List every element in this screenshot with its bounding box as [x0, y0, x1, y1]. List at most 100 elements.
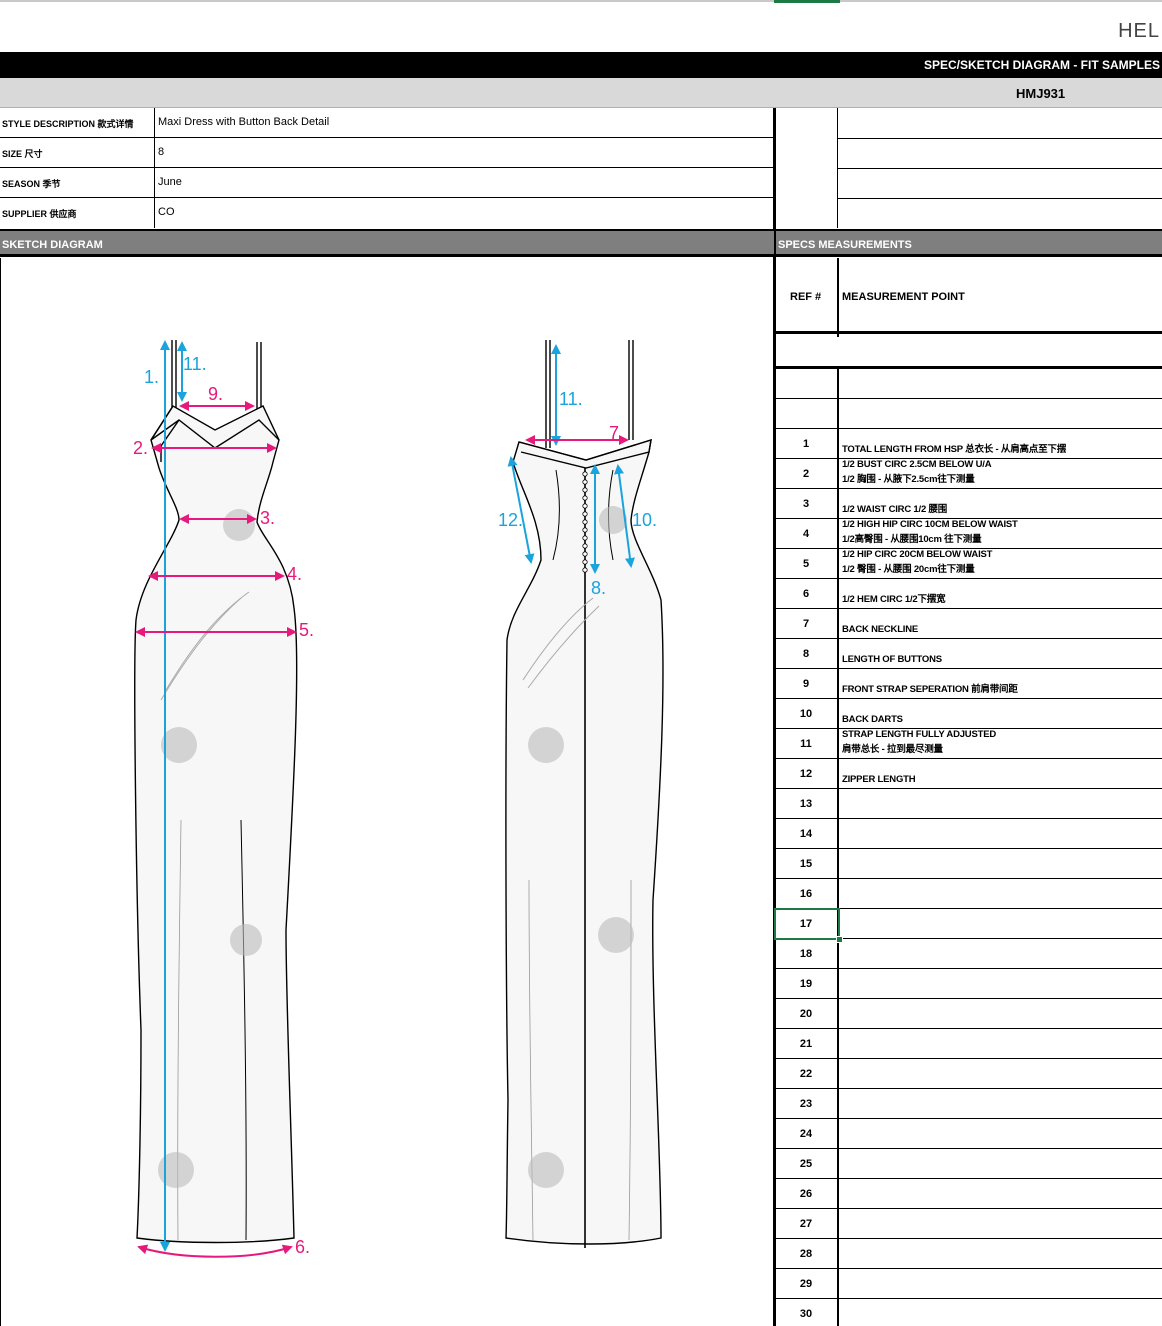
spec-ref-number[interactable]: 19 [774, 978, 838, 990]
spec-measurement-line: 1/2 胸围 - 从腋下2.5cm往下测量 [842, 474, 975, 485]
specs-blank-band [774, 337, 1162, 369]
spec-measurement-line: 1/2 BUST CIRC 2.5CM BELOW U/A [842, 459, 992, 470]
spec-ref-number[interactable]: 4 [774, 528, 838, 540]
label-12: 12. [498, 510, 523, 530]
spec-ref-number[interactable]: 8 [774, 648, 838, 660]
spec-measurement-point[interactable]: TOTAL LENGTH FROM HSP 总衣长 - 从肩高点至下摆 [842, 442, 1066, 457]
spec-blank-row[interactable] [774, 399, 1162, 429]
spec-ref-number[interactable]: 9 [774, 678, 838, 690]
label-1: 1. [144, 367, 159, 387]
label-7: 7. [609, 423, 624, 443]
spec-ref-number[interactable]: 14 [774, 828, 838, 840]
spec-measurement-point[interactable]: 1/2 HIP CIRC 20CM BELOW WAIST 1/2 臀围 - 从腰… [842, 547, 992, 577]
spec-row[interactable]: 24 [774, 1119, 1162, 1149]
spec-ref-number[interactable]: 28 [774, 1248, 838, 1260]
label-2: 2. [133, 438, 148, 458]
spec-measurement-point[interactable]: LENGTH OF BUTTONS [842, 652, 942, 667]
spec-measurement-point[interactable]: 1/2 BUST CIRC 2.5CM BELOW U/A 1/2 胸围 - 从腋… [842, 457, 992, 487]
spec-measurement-point[interactable]: STRAP LENGTH FULLY ADJUSTED 肩带总长 - 拉到最尽测量 [842, 727, 996, 757]
spec-row[interactable]: 3 1/2 WAIST CIRC 1/2 腰围 [774, 489, 1162, 519]
spec-ref-number[interactable]: 22 [774, 1068, 838, 1080]
info-value[interactable]: June [158, 176, 182, 188]
spec-row[interactable]: 19 [774, 969, 1162, 999]
spec-row[interactable]: 1 TOTAL LENGTH FROM HSP 总衣长 - 从肩高点至下摆 [774, 429, 1162, 459]
spec-row[interactable]: 27 [774, 1209, 1162, 1239]
spec-row[interactable]: 22 [774, 1059, 1162, 1089]
info-row-season[interactable]: SEASON 季节 June [0, 168, 775, 198]
spec-ref-number[interactable]: 27 [774, 1218, 838, 1230]
style-code-bar: HMJ931 [0, 78, 1162, 108]
specs-section-header: SPECS MEASUREMENTS [776, 229, 1162, 257]
spec-measurement-line: 1/2 臀围 - 从腰围 20cm往下测量 [842, 564, 975, 575]
spec-ref-number[interactable]: 7 [774, 618, 838, 630]
spec-row[interactable]: 16 [774, 879, 1162, 909]
spec-ref-number[interactable]: 30 [774, 1308, 838, 1320]
spec-row[interactable]: 9 FRONT STRAP SEPERATION 前肩带间距 [774, 669, 1162, 699]
top-border [0, 0, 1162, 2]
spec-row[interactable]: 2 1/2 BUST CIRC 2.5CM BELOW U/A 1/2 胸围 - 从… [774, 459, 1162, 489]
spec-row[interactable]: 7 BACK NECKLINE [774, 609, 1162, 639]
spec-ref-number[interactable]: 10 [774, 708, 838, 720]
spec-row[interactable]: 8 LENGTH OF BUTTONS [774, 639, 1162, 669]
spec-measurement-point[interactable]: FRONT STRAP SEPERATION 前肩带间距 [842, 682, 1018, 697]
info-value[interactable]: 8 [158, 146, 164, 158]
spec-measurement-point[interactable]: 1/2 HEM CIRC 1/2下摆宽 [842, 592, 946, 607]
spec-ref-number[interactable]: 13 [774, 798, 838, 810]
info-divider [154, 108, 155, 228]
spec-ref-number[interactable]: 29 [774, 1278, 838, 1290]
spec-row[interactable]: 29 [774, 1269, 1162, 1299]
spec-row[interactable]: 21 [774, 1029, 1162, 1059]
info-label: SUPPLIER 供应商 [2, 209, 77, 219]
spec-row[interactable]: 6 1/2 HEM CIRC 1/2下摆宽 [774, 579, 1162, 609]
spec-row[interactable]: 10 BACK DARTS [774, 699, 1162, 729]
spec-ref-number[interactable]: 20 [774, 1008, 838, 1020]
info-row-size[interactable]: SIZE 尺寸 8 [0, 138, 775, 168]
spec-row[interactable]: 14 [774, 819, 1162, 849]
spec-row[interactable]: 5 1/2 HIP CIRC 20CM BELOW WAIST 1/2 臀围 - 从… [774, 549, 1162, 579]
spec-ref-number[interactable]: 11 [774, 738, 838, 750]
spec-row[interactable]: 4 1/2 HIGH HIP CIRC 10CM BELOW WAIST 1/2高臀… [774, 519, 1162, 549]
spec-row[interactable]: 28 [774, 1239, 1162, 1269]
info-row-style-description[interactable]: STYLE DESCRIPTION 款式详情 Maxi Dress with B… [0, 108, 775, 138]
info-right-line [838, 198, 1162, 199]
spec-row[interactable]: 30 [774, 1299, 1162, 1326]
spec-row[interactable]: 20 [774, 999, 1162, 1029]
spec-measurement-point[interactable]: 1/2 HIGH HIP CIRC 10CM BELOW WAIST 1/2高臀围… [842, 517, 1018, 547]
info-value[interactable]: Maxi Dress with Button Back Detail [158, 116, 329, 128]
info-value[interactable]: CO [158, 206, 175, 218]
spec-row[interactable]: 13 [774, 789, 1162, 819]
spec-ref-number[interactable]: 25 [774, 1158, 838, 1170]
spec-ref-number[interactable]: 26 [774, 1188, 838, 1200]
spec-ref-number[interactable]: 5 [774, 558, 838, 570]
spec-blank-row[interactable] [774, 369, 1162, 399]
spec-row[interactable]: 23 [774, 1089, 1162, 1119]
spec-ref-number[interactable]: 1 [774, 438, 838, 450]
spec-ref-number[interactable]: 24 [774, 1128, 838, 1140]
spec-ref-number[interactable]: 3 [774, 498, 838, 510]
spec-row[interactable]: 25 [774, 1149, 1162, 1179]
spec-measurement-point[interactable]: ZIPPER LENGTH [842, 772, 916, 787]
spec-ref-number[interactable]: 6 [774, 588, 838, 600]
spec-measurement-point[interactable]: 1/2 WAIST CIRC 1/2 腰围 [842, 502, 947, 517]
info-row-supplier[interactable]: SUPPLIER 供应商 CO [0, 198, 775, 228]
spec-ref-number[interactable]: 21 [774, 1038, 838, 1050]
spec-row[interactable]: 11 STRAP LENGTH FULLY ADJUSTED 肩带总长 - 拉到最尽… [774, 729, 1162, 759]
sketch-section-title: SKETCH DIAGRAM [2, 239, 103, 251]
selected-cell-indicator[interactable] [774, 908, 843, 943]
info-label: SIZE 尺寸 [2, 149, 43, 159]
spec-ref-number[interactable]: 15 [774, 858, 838, 870]
spec-ref-number[interactable]: 18 [774, 948, 838, 960]
spec-measurement-point[interactable]: BACK DARTS [842, 712, 903, 727]
spec-measurement-line: ZIPPER LENGTH [842, 774, 916, 785]
spec-row[interactable]: 18 [774, 939, 1162, 969]
spec-row[interactable]: 12 ZIPPER LENGTH [774, 759, 1162, 789]
spec-ref-number[interactable]: 16 [774, 888, 838, 900]
fill-handle[interactable] [836, 936, 843, 943]
spec-ref-number[interactable]: 12 [774, 768, 838, 780]
spec-ref-number[interactable]: 23 [774, 1098, 838, 1110]
spec-measurement-point[interactable]: BACK NECKLINE [842, 622, 918, 637]
spec-ref-number[interactable]: 2 [774, 468, 838, 480]
spec-row[interactable]: 26 [774, 1179, 1162, 1209]
spec-row[interactable]: 15 [774, 849, 1162, 879]
measurement-point-header: MEASUREMENT POINT [842, 291, 965, 303]
